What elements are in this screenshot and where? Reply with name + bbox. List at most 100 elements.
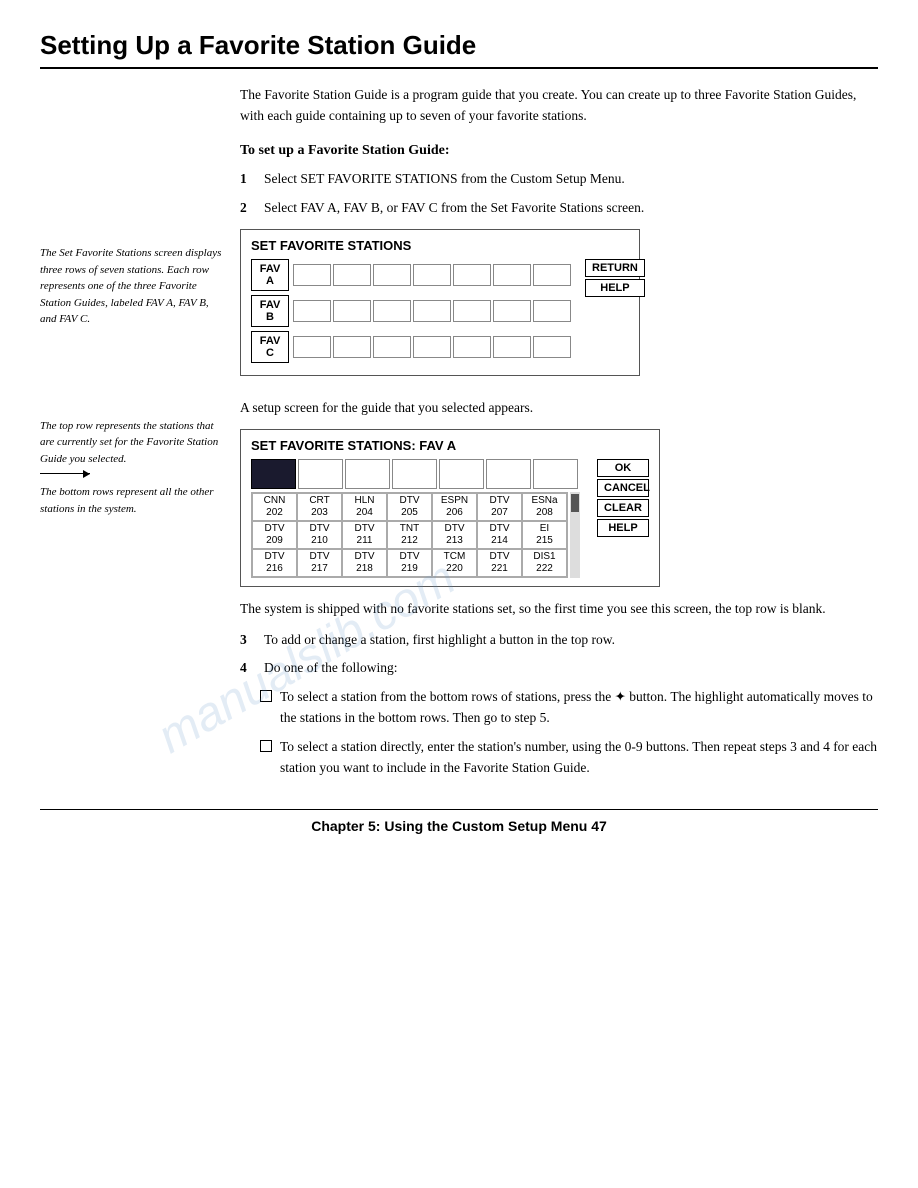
step-2-num: 2 (240, 198, 256, 219)
arrow-icon (40, 473, 90, 474)
fav-a-top-cell-6[interactable] (486, 459, 531, 489)
caption-top: The Set Favorite Stations screen display… (40, 245, 224, 328)
fav-a-cell-4[interactable] (413, 264, 451, 286)
fav-b-cell-6[interactable] (493, 300, 531, 322)
cell-tnt-212[interactable]: TNT212 (387, 521, 432, 549)
fav-c-cell-7[interactable] (533, 336, 571, 358)
fav-a-cell-2[interactable] (333, 264, 371, 286)
fav-b-cell-4[interactable] (413, 300, 451, 322)
intro-paragraph: The Favorite Station Guide is a program … (240, 85, 878, 127)
setup-heading: To set up a Favorite Station Guide: (240, 143, 878, 159)
fav-stations-title: SET FAVORITE STATIONS (251, 238, 629, 253)
left-captions: The Set Favorite Stations screen display… (40, 85, 240, 390)
fav-a-top-row (251, 459, 591, 489)
caption-mid1-text: The top row represents the stations that… (40, 418, 224, 468)
shipped-text: The system is shipped with no favorite s… (240, 599, 878, 620)
cell-dtv-219[interactable]: DTV219 (387, 549, 432, 577)
fav-a-cell-6[interactable] (493, 264, 531, 286)
fav-a-top-cell-5[interactable] (439, 459, 484, 489)
fav-a-selected-cell[interactable] (251, 459, 296, 489)
fav-a-inner: CNN202 CRT203 HLN204 DTV205 ESPN206 DTV2… (251, 459, 649, 578)
fav-b-cell-3[interactable] (373, 300, 411, 322)
fav-b-cell-5[interactable] (453, 300, 491, 322)
caption-top-text: The Set Favorite Stations screen display… (40, 247, 221, 325)
cell-cnn-202[interactable]: CNN202 (252, 493, 297, 521)
cell-dtv-213[interactable]: DTV213 (432, 521, 477, 549)
step-1: 1 Select SET FAVORITE STATIONS from the … (240, 169, 878, 190)
fav-a-grid: CNN202 CRT203 HLN204 DTV205 ESPN206 DTV2… (251, 459, 591, 578)
caption-mid2: The bottom rows represent all the other … (40, 484, 224, 517)
fav-c-label[interactable]: FAV C (251, 331, 289, 363)
fav-a-top-cell-4[interactable] (392, 459, 437, 489)
cell-dtv-210[interactable]: DTV210 (297, 521, 342, 549)
step-3-text: To add or change a station, first highli… (264, 630, 615, 651)
cell-dtv-218[interactable]: DTV218 (342, 549, 387, 577)
return-button[interactable]: RETURN (585, 259, 645, 277)
cell-hln-204[interactable]: HLN204 (342, 493, 387, 521)
cell-dtv-205[interactable]: DTV205 (387, 493, 432, 521)
arrow-row (40, 473, 224, 474)
fav-row-c: FAV C (251, 331, 571, 363)
cell-dtv-209[interactable]: DTV209 (252, 521, 297, 549)
fav-c-cell-2[interactable] (333, 336, 371, 358)
step-3: 3 To add or change a station, first high… (240, 630, 878, 651)
sub-step-2: To select a station directly, enter the … (260, 737, 878, 779)
cell-dtv-207[interactable]: DTV207 (477, 493, 522, 521)
cell-dtv-216[interactable]: DTV216 (252, 549, 297, 577)
cell-dtv-211[interactable]: DTV211 (342, 521, 387, 549)
step-1-text: Select SET FAVORITE STATIONS from the Cu… (264, 169, 625, 190)
fav-a-label[interactable]: FAV A (251, 259, 289, 291)
fav-c-cells (293, 336, 571, 358)
station-row-3: DTV216 DTV217 DTV218 DTV219 TCM220 DTV22… (252, 549, 567, 577)
fav-a-cell-5[interactable] (453, 264, 491, 286)
help-button-fav-a[interactable]: HELP (597, 519, 649, 537)
fav-a-cell-7[interactable] (533, 264, 571, 286)
cancel-button[interactable]: CANCEL (597, 479, 649, 497)
station-grid: CNN202 CRT203 HLN204 DTV205 ESPN206 DTV2… (251, 492, 568, 578)
fav-side-buttons: RETURN HELP (585, 259, 645, 297)
right-column: The Favorite Station Guide is a program … (240, 85, 878, 390)
setup-appears-text: A setup screen for the guide that you se… (240, 398, 878, 419)
step-2-text: Select FAV A, FAV B, or FAV C from the S… (264, 198, 644, 219)
step-2: 2 Select FAV A, FAV B, or FAV C from the… (240, 198, 878, 219)
cell-dis1-222[interactable]: DIS1222 (522, 549, 567, 577)
fav-a-cell-3[interactable] (373, 264, 411, 286)
fav-a-top-cell-2[interactable] (298, 459, 343, 489)
fav-b-label[interactable]: FAV B (251, 295, 289, 327)
fav-c-cell-4[interactable] (413, 336, 451, 358)
left-captions-2: The top row represents the stations that… (40, 398, 240, 789)
scrollbar[interactable] (570, 492, 580, 578)
station-row-2: DTV209 DTV210 DTV211 TNT212 DTV213 DTV21… (252, 521, 567, 549)
sub-step-1: To select a station from the bottom rows… (260, 687, 878, 729)
cell-espn-206[interactable]: ESPN206 (432, 493, 477, 521)
cell-tcm-220[interactable]: TCM220 (432, 549, 477, 577)
cell-dtv-214[interactable]: DTV214 (477, 521, 522, 549)
scroll-thumb[interactable] (571, 494, 579, 512)
fav-b-cell-7[interactable] (533, 300, 571, 322)
cell-esna-208[interactable]: ESNa208 (522, 493, 567, 521)
clear-button[interactable]: CLEAR (597, 499, 649, 517)
fav-c-cell-3[interactable] (373, 336, 411, 358)
step-3-num: 3 (240, 630, 256, 651)
cell-ei-215[interactable]: EI215 (522, 521, 567, 549)
fav-stations-box: SET FAVORITE STATIONS FAV A (240, 229, 640, 376)
fav-c-cell-1[interactable] (293, 336, 331, 358)
fav-c-cell-6[interactable] (493, 336, 531, 358)
fav-c-cell-5[interactable] (453, 336, 491, 358)
fav-a-top-cell-3[interactable] (345, 459, 390, 489)
cell-dtv-217[interactable]: DTV217 (297, 549, 342, 577)
steps-list: 1 Select SET FAVORITE STATIONS from the … (240, 169, 878, 219)
fav-a-top-cell-7[interactable] (533, 459, 578, 489)
fav-a-cell-1[interactable] (293, 264, 331, 286)
cell-dtv-221[interactable]: DTV221 (477, 549, 522, 577)
cell-crt-203[interactable]: CRT203 (297, 493, 342, 521)
step-4: 4 Do one of the following: (240, 658, 878, 679)
page-title: Setting Up a Favorite Station Guide (40, 30, 878, 69)
fav-b-cell-2[interactable] (333, 300, 371, 322)
fav-b-cell-1[interactable] (293, 300, 331, 322)
help-button-top[interactable]: HELP (585, 279, 645, 297)
step-4-num: 4 (240, 658, 256, 679)
sub-step-2-text: To select a station directly, enter the … (280, 737, 878, 779)
ok-button[interactable]: OK (597, 459, 649, 477)
sub-steps-list: To select a station from the bottom rows… (260, 687, 878, 779)
